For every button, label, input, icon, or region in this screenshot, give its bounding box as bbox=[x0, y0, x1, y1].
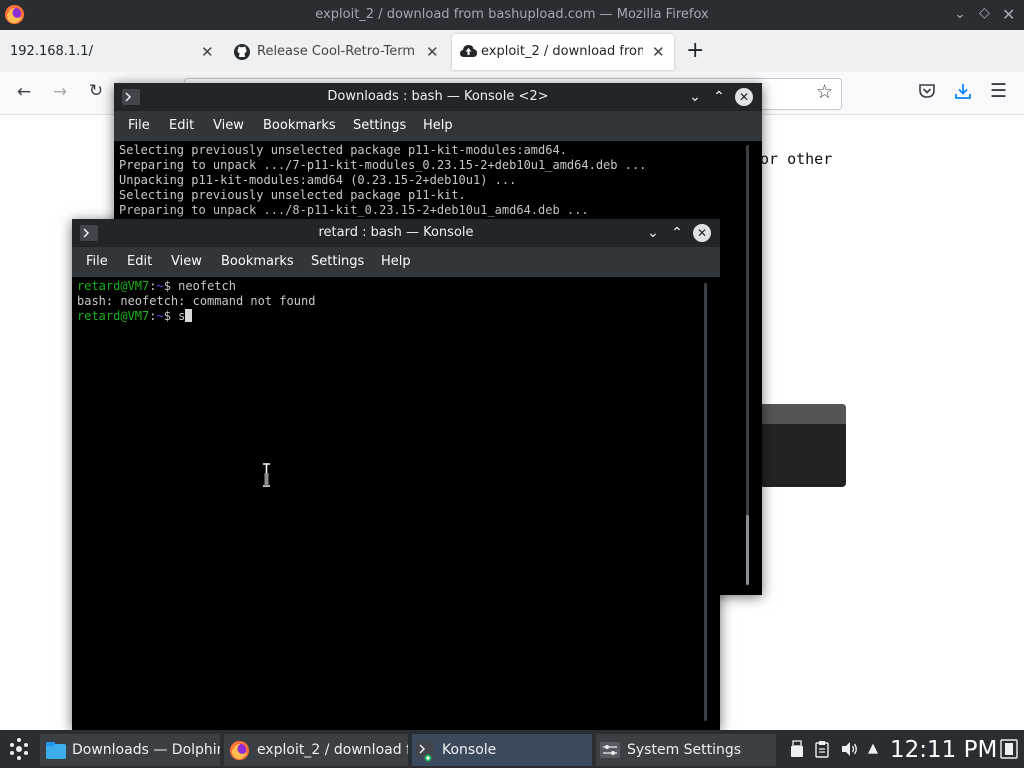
downloads-icon[interactable] bbox=[954, 82, 972, 100]
task-label: System Settings bbox=[627, 742, 742, 758]
forward-arrow-icon[interactable]: → bbox=[48, 82, 72, 102]
back-arrow-icon[interactable]: ← bbox=[12, 82, 36, 102]
terminal-line: Preparing to unpack .../8-p11-kit_0.23.1… bbox=[119, 203, 589, 217]
menu-bookmarks[interactable]: Bookmarks bbox=[263, 111, 336, 141]
firefox-minimize-button[interactable]: ⌄ bbox=[954, 6, 966, 22]
scrollbar[interactable] bbox=[746, 145, 749, 585]
settings-icon bbox=[600, 742, 620, 758]
show-desktop-icon[interactable] bbox=[1000, 739, 1018, 759]
scrollbar-thumb[interactable] bbox=[746, 515, 749, 585]
upload-cloud-icon bbox=[460, 44, 477, 58]
task-dolphin[interactable]: Downloads — Dolphin bbox=[40, 734, 220, 766]
tab-close-icon[interactable]: ✕ bbox=[652, 36, 665, 68]
prompt-symbol: $ bbox=[163, 309, 171, 323]
terminal-line: Unpacking p11-kit-modules:amd64 (0.23.15… bbox=[119, 173, 517, 187]
menu-file[interactable]: File bbox=[128, 111, 150, 141]
terminal-line: retard@VM7:~$ s bbox=[77, 309, 193, 324]
command-text: neofetch bbox=[170, 279, 236, 293]
task-konsole[interactable]: Konsole bbox=[412, 734, 592, 766]
task-firefox[interactable]: exploit_2 / download f... bbox=[224, 734, 408, 766]
command-text: s bbox=[170, 309, 186, 323]
firefox-icon bbox=[4, 4, 25, 25]
prompt-symbol: $ bbox=[163, 279, 171, 293]
prompt-path: ~ bbox=[156, 309, 164, 323]
konsole-title: retard : bash — Konsole bbox=[318, 225, 474, 240]
menu-help[interactable]: Help bbox=[381, 247, 411, 277]
tab-exploit-download[interactable]: exploit_2 / download from ✕ bbox=[452, 34, 674, 70]
page-dark-element[interactable] bbox=[760, 404, 846, 487]
menu-settings[interactable]: Settings bbox=[353, 111, 406, 141]
firefox-icon bbox=[229, 740, 250, 761]
menu-bookmarks[interactable]: Bookmarks bbox=[221, 247, 294, 277]
maximize-button[interactable]: ⌃ bbox=[668, 224, 686, 242]
konsole-window-retard[interactable]: retard : bash — Konsole ⌄ ⌃ ✕ File Edit … bbox=[72, 219, 720, 730]
minimize-button[interactable]: ⌄ bbox=[644, 224, 662, 242]
tab-cool-retro-term[interactable]: Release Cool-Retro-Term 1 ✕ bbox=[226, 36, 448, 68]
menu-settings[interactable]: Settings bbox=[311, 247, 364, 277]
terminal-line: Selecting previously unselected package … bbox=[119, 188, 466, 202]
minimize-button[interactable]: ⌄ bbox=[686, 88, 704, 106]
hamburger-menu-icon[interactable]: ☰ bbox=[990, 80, 1007, 102]
close-button[interactable]: ✕ bbox=[693, 224, 711, 242]
konsole-title: Downloads : bash — Konsole <2> bbox=[327, 89, 549, 104]
tab-close-icon[interactable]: ✕ bbox=[201, 36, 214, 68]
tab-router[interactable]: 192.168.1.1/ ✕ bbox=[0, 36, 224, 68]
terminal-line: Selecting previously unselected package … bbox=[119, 143, 567, 157]
tray-expand-icon[interactable]: ▲ bbox=[868, 741, 878, 756]
konsole-menubar: File Edit View Bookmarks Settings Help bbox=[114, 111, 762, 141]
terminal-line: bash: neofetch: command not found bbox=[77, 294, 316, 308]
terminal-line: retard@VM7:~$ neofetch bbox=[77, 279, 236, 294]
menu-file[interactable]: File bbox=[86, 247, 108, 277]
reload-icon[interactable]: ↻ bbox=[84, 81, 108, 101]
bookmark-star-icon[interactable]: ☆ bbox=[816, 81, 833, 103]
app-launcher-icon[interactable] bbox=[6, 736, 32, 762]
menu-edit[interactable]: Edit bbox=[127, 247, 152, 277]
task-label: Konsole bbox=[442, 742, 497, 758]
volume-icon[interactable] bbox=[840, 740, 858, 758]
terminal-line: Preparing to unpack .../7-p11-kit-module… bbox=[119, 158, 647, 172]
firefox-maximize-button[interactable]: ◇ bbox=[979, 5, 990, 21]
menu-help[interactable]: Help bbox=[423, 111, 453, 141]
scrollbar[interactable] bbox=[704, 283, 707, 721]
pocket-icon[interactable] bbox=[918, 82, 936, 100]
text-cursor bbox=[185, 309, 193, 322]
task-system-settings[interactable]: System Settings bbox=[596, 734, 776, 766]
terminal-output[interactable]: retard@VM7:~$ neofetch bash: neofetch: c… bbox=[72, 277, 720, 730]
task-label: exploit_2 / download f... bbox=[257, 742, 408, 758]
menu-edit[interactable]: Edit bbox=[169, 111, 194, 141]
clipboard-icon[interactable] bbox=[815, 740, 829, 758]
usb-device-icon[interactable] bbox=[790, 740, 804, 758]
ibeam-cursor-icon bbox=[262, 433, 305, 517]
prompt-user: retard@VM7 bbox=[77, 309, 150, 323]
menu-view[interactable]: View bbox=[213, 111, 244, 141]
new-tab-button[interactable]: + bbox=[686, 38, 704, 63]
prompt-path: ~ bbox=[156, 279, 164, 293]
konsole-menubar: File Edit View Bookmarks Settings Help bbox=[72, 247, 720, 277]
firefox-window-title: exploit_2 / download from bashupload.com… bbox=[315, 7, 709, 22]
github-icon bbox=[234, 44, 250, 60]
menu-view[interactable]: View bbox=[171, 247, 202, 277]
tab-label: 192.168.1.1/ bbox=[10, 44, 93, 59]
dolphin-icon bbox=[46, 742, 66, 759]
prompt-user: retard@VM7 bbox=[77, 279, 150, 293]
maximize-button[interactable]: ⌃ bbox=[710, 88, 728, 106]
tab-close-icon[interactable]: ✕ bbox=[426, 36, 439, 68]
konsole-icon bbox=[416, 740, 436, 762]
tab-label: exploit_2 / download from bbox=[481, 44, 643, 59]
close-button[interactable]: ✕ bbox=[735, 88, 753, 106]
clock[interactable]: 12:11 PM bbox=[890, 732, 997, 768]
task-label: Downloads — Dolphin bbox=[72, 742, 220, 758]
tab-label: Release Cool-Retro-Term 1 bbox=[257, 44, 419, 59]
firefox-close-button[interactable]: ✕ bbox=[1002, 5, 1015, 24]
